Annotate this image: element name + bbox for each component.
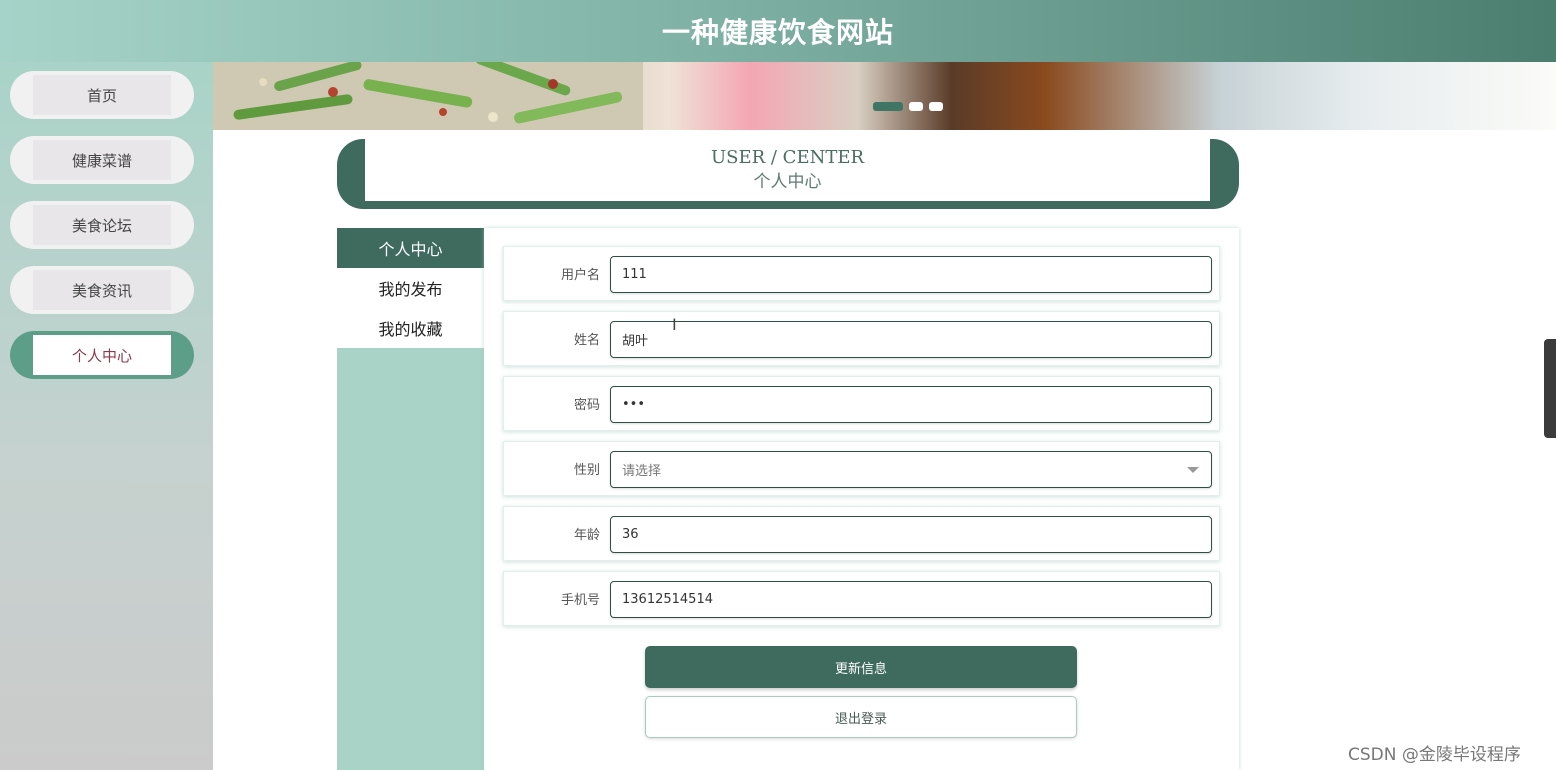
carousel-indicators: [873, 102, 943, 111]
sidebar-item-label: 美食论坛: [33, 205, 171, 245]
sidebar-item-label: 个人中心: [33, 335, 171, 375]
site-title: 一种健康饮食网站: [661, 16, 894, 49]
name-label: 姓名: [573, 333, 600, 348]
age-label: 年龄: [573, 528, 600, 543]
form-row-password: 密码 •••: [503, 376, 1220, 431]
sidebar-item-user-center[interactable]: 个人中心: [10, 331, 194, 379]
gender-select-value: 请选择: [622, 464, 662, 479]
watermark: CSDN @金陵毕设程序: [1348, 745, 1521, 765]
gender-label: 性别: [573, 463, 600, 478]
name-input[interactable]: 胡叶: [610, 321, 1212, 358]
sidebar-item-recipes[interactable]: 健康菜谱: [10, 136, 194, 184]
sidebar-item-news[interactable]: 美食资讯: [10, 266, 194, 314]
carousel-dot[interactable]: [909, 102, 923, 111]
profile-form: 用户名 111 姓名 胡叶 密码 ••• 性别 请选择 年龄 36 手机号 13…: [484, 228, 1239, 770]
age-input[interactable]: 36: [610, 516, 1212, 553]
sidebar-item-label: 健康菜谱: [33, 140, 171, 180]
phone-input[interactable]: 13612514514: [610, 581, 1212, 618]
carousel-dot[interactable]: [873, 102, 903, 111]
page-title-cn: 个人中心: [753, 172, 822, 192]
carousel-dot[interactable]: [929, 102, 943, 111]
menu-item-user-center[interactable]: 个人中心: [337, 228, 484, 268]
sidebar-item-label: 首页: [33, 75, 171, 115]
sidebar: 首页 健康菜谱 美食论坛 美食资讯 个人中心: [0, 62, 213, 770]
phone-label: 手机号: [560, 593, 600, 608]
banner-carousel[interactable]: [213, 62, 1556, 130]
update-info-button[interactable]: 更新信息: [645, 646, 1077, 688]
form-row-gender: 性别 请选择: [503, 441, 1220, 496]
sidebar-item-home[interactable]: 首页: [10, 71, 194, 119]
menu-item-my-posts[interactable]: 我的发布: [337, 268, 484, 308]
username-input[interactable]: 111: [610, 256, 1212, 293]
user-center-menu: 个人中心 我的发布 我的收藏: [337, 228, 484, 770]
username-label: 用户名: [560, 268, 600, 283]
page-title-en: USER / CENTER: [710, 147, 865, 168]
gender-select[interactable]: 请选择: [610, 451, 1212, 488]
form-row-username: 用户名 111: [503, 246, 1220, 301]
page-title-box: USER / CENTER 个人中心: [337, 139, 1239, 209]
form-row-phone: 手机号 13612514514: [503, 571, 1220, 626]
page-title-inner: USER / CENTER 个人中心: [365, 139, 1210, 201]
password-input[interactable]: •••: [610, 386, 1212, 423]
text-cursor-icon: I: [672, 315, 677, 334]
site-header: 一种健康饮食网站: [0, 0, 1556, 62]
banner-food-image: [213, 62, 643, 130]
logout-button[interactable]: 退出登录: [645, 696, 1077, 738]
form-row-age: 年龄 36: [503, 506, 1220, 561]
floating-side-tab[interactable]: [1544, 339, 1556, 438]
password-label: 密码: [573, 398, 600, 413]
menu-item-my-favorites[interactable]: 我的收藏: [337, 308, 484, 348]
sidebar-item-label: 美食资讯: [33, 270, 171, 310]
sidebar-item-forum[interactable]: 美食论坛: [10, 201, 194, 249]
form-row-name: 姓名 胡叶: [503, 311, 1220, 366]
chevron-down-icon: [1187, 467, 1199, 473]
